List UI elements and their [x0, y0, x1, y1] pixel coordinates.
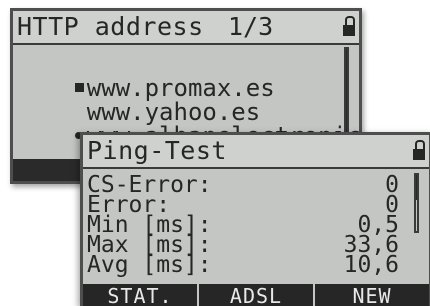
- ping-screen-title: Ping-Test: [87, 136, 227, 165]
- lock-icon: [343, 16, 355, 36]
- stat-softkey[interactable]: STAT.: [83, 284, 199, 306]
- http-screen-title: HTTP address: [17, 12, 204, 41]
- ping-test-screen: Ping-Test CS-Error: 0 Error: 0 Min [ms]:…: [80, 132, 430, 306]
- http-title-bar: HTTP address 1/3: [13, 11, 359, 45]
- new-softkey[interactable]: NEW: [315, 284, 429, 306]
- ping-title-bar: Ping-Test: [83, 135, 429, 169]
- ping-value: 10,6: [343, 252, 399, 278]
- ping-scrollbar[interactable]: [414, 173, 419, 233]
- adsl-softkey[interactable]: ADSL: [199, 284, 315, 306]
- lock-icon: [413, 140, 425, 160]
- page-indicator: 1/3: [228, 12, 274, 41]
- ping-label: Avg [ms]:: [87, 252, 212, 278]
- scrollbar-thumb[interactable]: [416, 175, 417, 201]
- softkey-bar: STAT. ADSL NEW: [83, 284, 429, 306]
- ping-row-avg: Avg [ms]: 10,6: [87, 252, 399, 278]
